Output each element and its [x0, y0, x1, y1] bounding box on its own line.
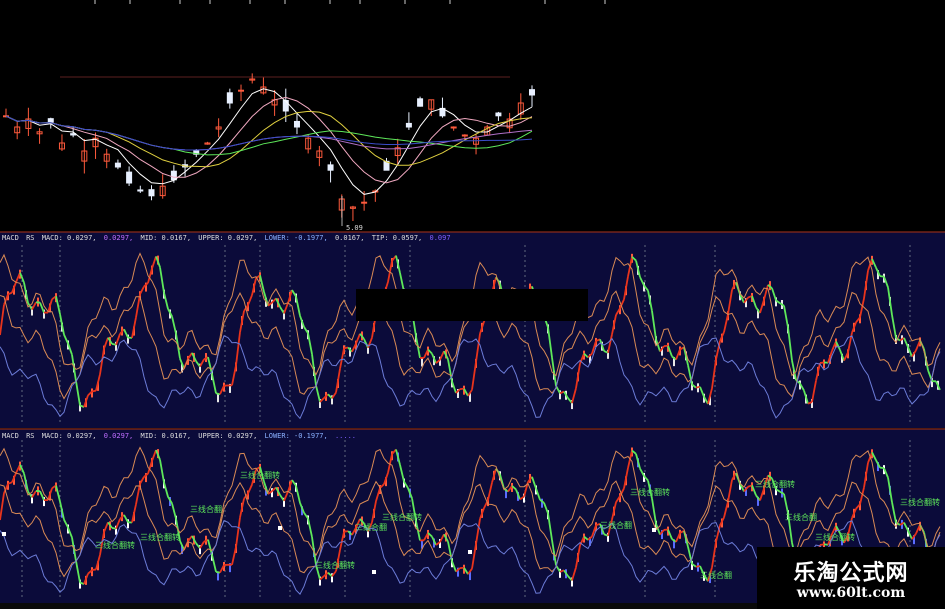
watermark-url: www.60lt.com: [796, 585, 906, 601]
signal-label: 三线合翻: [355, 522, 387, 532]
signal-dot: [2, 532, 6, 536]
candle-body: [226, 92, 233, 104]
candle-body: [529, 89, 535, 96]
signal-label: 三线合翻: [190, 504, 222, 514]
signal-label: 三线合翻: [700, 570, 732, 580]
indicator2-header: MACD RS MACD: 0.0297, 0.0297, MID: 0.016…: [2, 432, 356, 440]
signal-label: 三线合翻转: [140, 532, 180, 542]
signal-dot: [652, 528, 656, 532]
signal-dot: [278, 526, 282, 530]
signal-label: 三线合翻转: [95, 540, 135, 550]
candle-body: [495, 112, 502, 117]
candle-body: [417, 98, 424, 107]
signal-label: 三线合翻转: [815, 532, 855, 542]
signal-dot: [372, 570, 376, 574]
candle-body: [405, 122, 412, 128]
signal-label: 三线合翻转: [630, 487, 670, 497]
signal-label: 三线合翻: [600, 520, 632, 530]
candle-body: [282, 100, 289, 112]
macd-line: [91, 568, 97, 572]
candle-body: [461, 134, 468, 137]
signal-label: 三线合翻转: [382, 512, 422, 522]
price-low-label: 5.09: [346, 224, 363, 232]
macd-line: [819, 361, 825, 364]
signal-label: 三线合翻: [785, 512, 817, 522]
macd-line: [819, 543, 825, 546]
macd-line: [879, 275, 885, 278]
indicator1-occluder: [356, 289, 588, 321]
watermark: 乐淘公式网 www.60lt.com: [757, 547, 945, 609]
signal-label: 三线合翻转: [315, 560, 355, 570]
candle-body: [126, 171, 133, 184]
signal-dot: [468, 550, 472, 554]
candle-body: [148, 189, 155, 197]
candle-body: [450, 126, 457, 129]
stock-chart: 5.09 MACD RS MACD: 0.0297, 0.0297, MID: …: [0, 0, 945, 609]
macd-line: [91, 389, 97, 393]
candle-body: [238, 89, 245, 92]
signal-label: 三线合翻转: [755, 479, 795, 489]
watermark-title: 乐淘公式网: [793, 561, 909, 586]
candle-body: [114, 162, 121, 168]
macd-line: [343, 530, 349, 533]
candle-body: [327, 164, 334, 171]
signal-label: 三线合翻转: [240, 470, 280, 480]
candle-body: [293, 120, 300, 128]
indicator1-header: MACD RS MACD: 0.0297, 0.0297, MID: 0.016…: [2, 234, 451, 242]
candle-body: [361, 201, 368, 204]
indicator1-background: [0, 232, 945, 428]
candle-body: [137, 189, 144, 192]
signal-label: 三线合翻转: [900, 497, 940, 507]
candle-body: [47, 118, 54, 123]
